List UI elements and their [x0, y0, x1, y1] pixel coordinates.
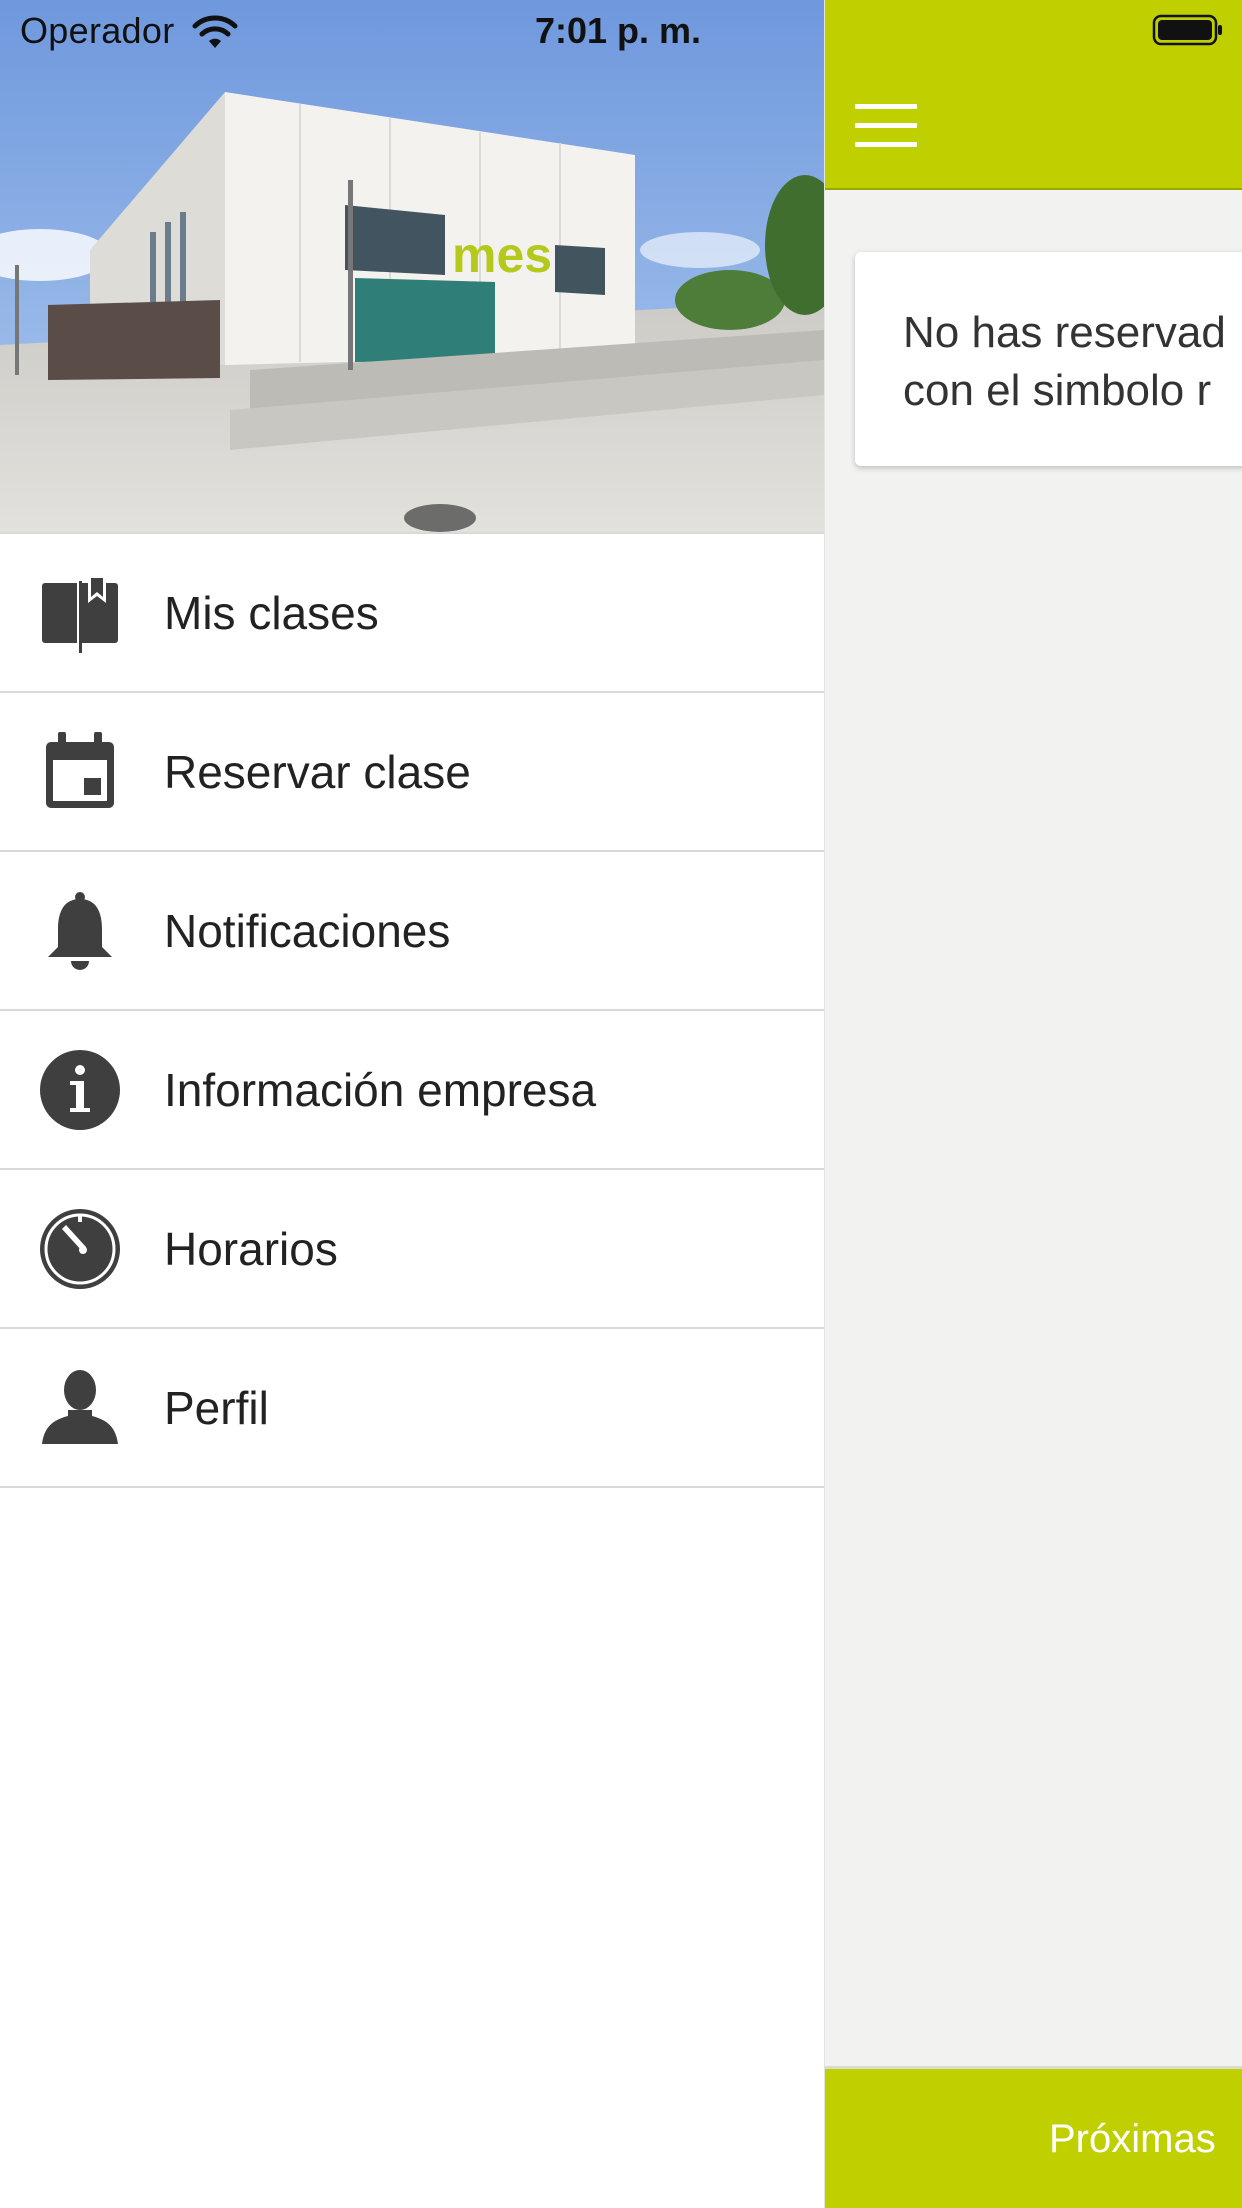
- person-icon: [38, 1366, 122, 1450]
- clock-icon: [38, 1207, 122, 1291]
- menu-item-perfil[interactable]: Perfil: [0, 1329, 824, 1488]
- bell-icon: [38, 889, 122, 973]
- menu-item-label: Notificaciones: [164, 904, 451, 957]
- hamburger-menu-icon[interactable]: [855, 104, 917, 148]
- empty-reservations-card: No has reservad con el simbolo r: [855, 252, 1242, 466]
- bottom-tab-bar: Próximas: [825, 2066, 1242, 2208]
- tab-proximas[interactable]: Próximas: [1049, 2117, 1216, 2162]
- menu-item-reservar-clase[interactable]: Reservar clase: [0, 693, 824, 852]
- app-bar: [825, 0, 1242, 190]
- menu-item-label: Perfil: [164, 1381, 269, 1434]
- menu-item-label: Reservar clase: [164, 745, 471, 798]
- drawer-menu: Mis clases Reservar clase Notificaciones…: [0, 532, 824, 1488]
- info-icon: [38, 1048, 122, 1132]
- menu-item-mis-clases[interactable]: Mis clases: [0, 534, 824, 693]
- bookmark-book-icon: [38, 571, 122, 655]
- building-sign: mes: [452, 227, 552, 283]
- menu-item-notificaciones[interactable]: Notificaciones: [0, 852, 824, 1011]
- drawer-header-image: mes: [0, 0, 824, 532]
- calendar-icon: [38, 730, 122, 814]
- main-content: No has reservad con el simbolo r Próxima…: [824, 0, 1242, 2208]
- menu-item-label: Mis clases: [164, 586, 379, 639]
- menu-item-horarios[interactable]: Horarios: [0, 1170, 824, 1329]
- menu-item-label: Horarios: [164, 1222, 338, 1275]
- menu-item-label: Información empresa: [164, 1063, 597, 1116]
- menu-item-informacion-empresa[interactable]: Información empresa: [0, 1011, 824, 1170]
- empty-reservations-message: No has reservad con el simbolo r: [903, 308, 1226, 415]
- navigation-drawer: mes Mis clases Reservar clase Notificaci…: [0, 0, 824, 2208]
